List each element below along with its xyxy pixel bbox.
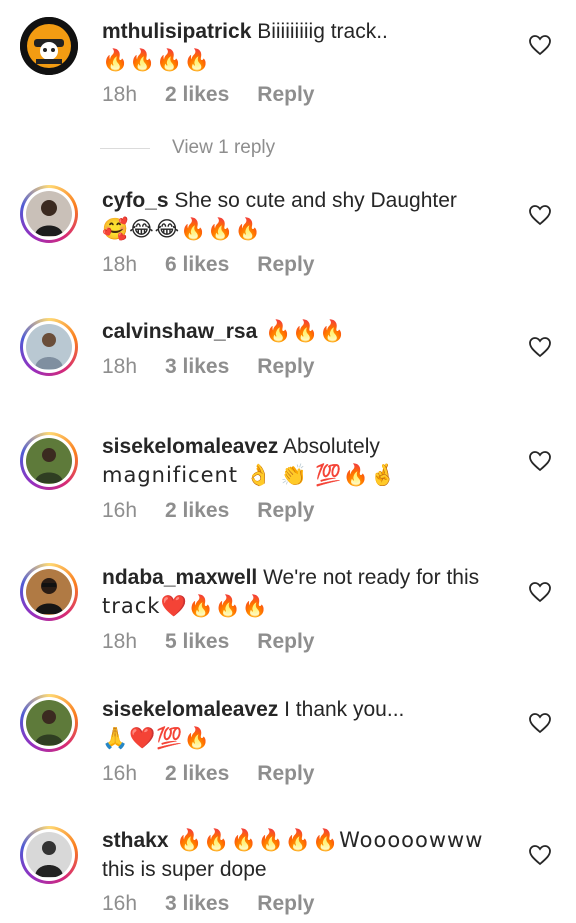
comment-likes[interactable]: 5 likes (165, 630, 229, 654)
view-replies-label: View 1 reply (172, 137, 276, 158)
avatar-photo-icon (35, 333, 63, 369)
comment-time: 18h (102, 355, 138, 378)
comment-text: 🔥🔥🔥 (257, 319, 347, 343)
comment-username[interactable]: sisekelomaleavez (102, 435, 278, 458)
avatar[interactable] (20, 318, 78, 376)
comment-text-line2: 🙏❤️💯🔥 (102, 726, 211, 750)
comment-username[interactable]: sisekelomaleavez (102, 698, 278, 721)
comment-likes[interactable]: 6 likes (165, 253, 229, 277)
comment-text: I thank you... (278, 698, 405, 721)
comment-text: Biiiiiiiiig track.. (251, 20, 388, 43)
view-replies-button[interactable]: View 1 reply (100, 137, 275, 159)
comment-text: She so cute and shy Daughter (168, 189, 457, 212)
comment-text-line2: this is super dope (102, 858, 267, 881)
avatar[interactable] (20, 694, 78, 752)
comment-username[interactable]: calvinshaw_rsa (102, 320, 257, 343)
like-heart-icon[interactable] (528, 204, 552, 226)
avatar[interactable] (20, 826, 78, 884)
comment-time: 18h (102, 630, 138, 653)
comment-likes[interactable]: 3 likes (165, 355, 229, 379)
comment-likes[interactable]: 3 likes (165, 892, 229, 916)
like-heart-icon[interactable] (528, 712, 552, 734)
comment-time: 16h (102, 499, 138, 522)
avatar-logo-icon (27, 24, 71, 68)
comment-text: We're not ready for this (257, 566, 480, 589)
reply-button[interactable]: Reply (257, 355, 314, 379)
avatar-photo-icon (35, 578, 63, 614)
like-heart-icon[interactable] (528, 844, 552, 866)
like-heart-icon[interactable] (528, 34, 552, 56)
comment-username[interactable]: cyfo_s (102, 189, 169, 212)
avatar[interactable] (20, 185, 78, 243)
comment-likes[interactable]: 2 likes (165, 83, 229, 107)
avatar[interactable] (20, 432, 78, 490)
avatar-photo-icon (35, 448, 63, 483)
comment-text: Absolutely (278, 435, 380, 458)
reply-button[interactable]: Reply (257, 630, 314, 654)
reply-button[interactable]: Reply (257, 253, 314, 277)
comment-text-line2: 🥰😂😂🔥🔥🔥 (102, 217, 262, 241)
reply-button[interactable]: Reply (257, 762, 314, 786)
comment-likes[interactable]: 2 likes (165, 499, 229, 523)
comment-time: 16h (102, 892, 138, 915)
avatar-photo-icon (35, 200, 63, 236)
comment-text-line2: 🔥🔥🔥🔥 (102, 48, 211, 72)
reply-button[interactable]: Reply (257, 83, 314, 107)
avatar-photo-icon (35, 841, 63, 877)
comment-time: 18h (102, 253, 138, 276)
comment-time: 16h (102, 762, 138, 785)
like-heart-icon[interactable] (528, 336, 552, 358)
replies-divider (100, 147, 150, 149)
reply-button[interactable]: Reply (257, 892, 314, 916)
like-heart-icon[interactable] (528, 581, 552, 603)
comment-username[interactable]: sthakx (102, 829, 169, 852)
comment-username[interactable]: mthulisipatrick (102, 20, 251, 43)
avatar[interactable] (20, 17, 78, 75)
comment-time: 18h (102, 83, 138, 106)
comment-username[interactable]: ndaba_maxwell (102, 566, 257, 589)
comment-likes[interactable]: 2 likes (165, 762, 229, 786)
avatar-photo-icon (35, 710, 63, 745)
comment-text-line2: track❤️🔥🔥🔥 (102, 594, 270, 618)
comment-text: 🔥🔥🔥🔥🔥🔥Wooooowww (168, 828, 484, 852)
reply-button[interactable]: Reply (257, 499, 314, 523)
like-heart-icon[interactable] (528, 450, 552, 472)
avatar[interactable] (20, 563, 78, 621)
comment-text-line2: magnificent 👌 👏 💯🔥🤞 (102, 463, 397, 487)
